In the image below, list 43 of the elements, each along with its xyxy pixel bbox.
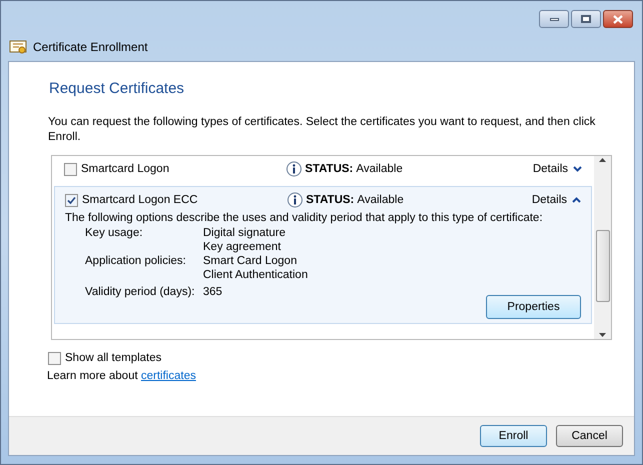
certificate-icon <box>9 39 27 55</box>
chevron-up-icon <box>572 197 581 203</box>
certificate-name: Smartcard Logon ECC <box>82 193 198 207</box>
maximize-icon <box>581 15 591 23</box>
property-value: Digital signature <box>203 226 286 240</box>
scrollbar-thumb[interactable] <box>596 230 610 302</box>
checkbox-label[interactable]: Show all templates <box>65 351 162 365</box>
info-icon <box>287 192 303 208</box>
certificate-name: Smartcard Logon <box>81 162 170 176</box>
details-toggle[interactable]: Details <box>532 193 581 207</box>
page-heading: Request Certificates <box>49 82 186 96</box>
status-label: STATUS: <box>305 162 354 176</box>
property-label: Validity period (days): <box>85 285 196 299</box>
property-value: Key agreement <box>203 240 282 254</box>
status-label: STATUS: <box>306 193 354 207</box>
scroll-down-icon <box>599 333 606 337</box>
property-label: Application policies: <box>85 254 188 268</box>
properties-button[interactable]: Properties <box>486 295 581 319</box>
checkbox[interactable] <box>64 162 77 176</box>
learn-more-text: Learn more about certificates <box>47 369 197 383</box>
dialog-button[interactable]: Cancel <box>556 425 623 447</box>
details-toggle[interactable]: Details <box>532 162 582 176</box>
close-button[interactable] <box>603 10 633 28</box>
minimize-button[interactable] <box>539 10 569 28</box>
window-title: Certificate Enrollment <box>33 40 148 54</box>
info-icon <box>286 161 302 177</box>
description-text: The following options describe the uses and validity period that apply to this type of certificate: <box>65 211 544 225</box>
property-label: Key usage: <box>85 226 144 240</box>
checkbox[interactable] <box>48 352 61 364</box>
chevron-down-icon <box>573 166 582 172</box>
minimize-icon <box>550 18 558 20</box>
scroll-up-icon <box>599 158 606 162</box>
intro-text: You can request the following types of certificates. Select the certificates you want to request, and then click Enroll. <box>48 115 596 145</box>
property-value: Smart Card Logon <box>203 254 298 268</box>
property-value: Client Authentication <box>203 268 308 282</box>
certificates-link[interactable]: certificates <box>141 370 196 382</box>
property-value: 365 <box>203 285 222 299</box>
close-icon <box>613 14 623 24</box>
dialog-button[interactable]: Enroll <box>480 425 547 447</box>
status-value: Available <box>357 193 404 207</box>
status-value: Available <box>356 162 403 176</box>
checkbox[interactable] <box>65 194 78 206</box>
maximize-button[interactable] <box>571 10 601 28</box>
